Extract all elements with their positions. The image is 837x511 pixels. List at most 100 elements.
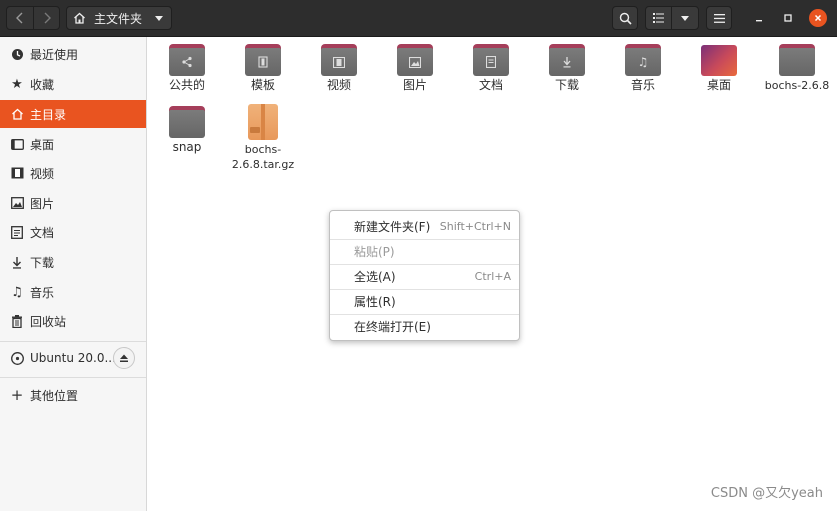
file-name: snap (172, 140, 202, 154)
back-button[interactable] (7, 7, 33, 29)
sidebar-item-starred[interactable]: ★ 收藏 (0, 70, 146, 98)
folder-icon (779, 44, 815, 76)
file-name: 音乐 (630, 78, 655, 92)
sidebar-divider (0, 341, 146, 342)
menu-item-new-folder[interactable]: 新建文件夹(F) Shift+Ctrl+N (330, 214, 519, 239)
menu-item-accelerator: Ctrl+A (474, 270, 511, 283)
menu-item-label: 全选(A) (354, 270, 396, 284)
minimize-button[interactable] (750, 9, 768, 27)
file-name: bochs- 2.6.8.tar.gz (231, 143, 295, 171)
file-item[interactable]: snap (150, 106, 224, 155)
file-item[interactable]: bochs- 2.6.8.tar.gz (226, 104, 300, 172)
file-name: 模板 (250, 78, 275, 92)
folder-icon (397, 44, 433, 76)
eject-icon (120, 354, 128, 362)
menu-item-accelerator: Shift+Ctrl+N (439, 220, 511, 233)
list-view-button[interactable] (646, 7, 673, 29)
file-item[interactable]: 文档 (454, 44, 528, 93)
file-item[interactable]: 桌面 (682, 44, 756, 93)
folder-icon (473, 44, 509, 76)
image-icon (10, 196, 24, 210)
sidebar: 最近使用 ★ 收藏 主目录 桌面 视频 图片 文档 下载 ♫ 音乐 回收站 Ub… (0, 37, 147, 511)
sidebar-item-home[interactable]: 主目录 (0, 100, 146, 128)
sidebar-item-music[interactable]: ♫ 音乐 (0, 278, 146, 306)
chevron-left-icon (16, 12, 23, 24)
file-item[interactable]: 下载 (530, 44, 604, 93)
file-name: 图片 (402, 78, 427, 92)
close-button[interactable] (809, 9, 827, 27)
path-bar-label: 主文件夹 (94, 11, 143, 26)
document-icon (484, 55, 498, 69)
sidebar-item-videos[interactable]: 视频 (0, 159, 146, 187)
folder-icon (169, 44, 205, 76)
file-name: bochs-2.6.8 (764, 79, 830, 92)
search-icon (619, 12, 632, 25)
sidebar-item-pictures[interactable]: 图片 (0, 189, 146, 217)
sidebar-item-label: 视频 (30, 166, 55, 181)
sidebar-item-label: 回收站 (30, 314, 67, 329)
file-item[interactable]: 图片 (378, 44, 452, 93)
sidebar-item-desktop[interactable]: 桌面 (0, 130, 146, 158)
view-options-dropdown[interactable] (672, 7, 698, 29)
file-name: 下载 (554, 78, 579, 92)
minimize-icon (756, 20, 762, 22)
sidebar-item-documents[interactable]: 文档 (0, 218, 146, 246)
file-item[interactable]: 公共的 (150, 44, 224, 93)
folder-icon (245, 44, 281, 76)
sidebar-item-label: 文档 (30, 225, 55, 240)
maximize-icon (784, 14, 792, 22)
file-item[interactable]: 视频 (302, 44, 376, 93)
hamburger-menu-icon (713, 13, 725, 23)
file-name: 视频 (326, 78, 351, 92)
file-item[interactable]: 模板 (226, 44, 300, 93)
search-button[interactable] (612, 6, 638, 30)
sidebar-divider (0, 377, 146, 378)
chevron-down-icon (681, 15, 689, 21)
sidebar-item-label: 音乐 (30, 285, 55, 300)
sidebar-item-other-locations[interactable]: + 其他位置 (0, 381, 146, 409)
view-options-group (645, 6, 699, 30)
menu-item-paste[interactable]: 粘贴(P) (330, 239, 519, 264)
folder-icon (321, 44, 357, 76)
menu-item-open-in-terminal[interactable]: 在终端打开(E) (330, 314, 519, 339)
template-icon (256, 55, 270, 69)
sidebar-item-recent[interactable]: 最近使用 (0, 40, 146, 68)
main-menu-button[interactable] (706, 6, 732, 30)
path-bar-home-button[interactable]: 主文件夹 (66, 6, 172, 30)
path-dropdown-caret-icon (155, 16, 163, 21)
plus-icon: + (10, 386, 24, 404)
download-icon (10, 255, 24, 269)
sidebar-item-trash[interactable]: 回收站 (0, 307, 146, 335)
clock-icon (10, 47, 24, 61)
sidebar-item-label: 收藏 (30, 77, 55, 92)
sidebar-item-label: 最近使用 (30, 47, 79, 62)
forward-button[interactable] (33, 7, 59, 29)
navigation-buttons (6, 6, 60, 30)
folder-icon: ♫ (625, 44, 661, 76)
sidebar-item-label: 其他位置 (30, 388, 79, 403)
header-bar: 主文件夹 (0, 0, 837, 37)
sidebar-item-label: 桌面 (30, 137, 55, 152)
menu-item-properties[interactable]: 属性(R) (330, 289, 519, 314)
chevron-right-icon (44, 12, 51, 24)
file-name: 公共的 (168, 78, 205, 92)
watermark: CSDN @又欠yeah (710, 486, 823, 501)
music-icon: ♫ (637, 55, 649, 69)
maximize-button[interactable] (779, 9, 797, 27)
share-icon (180, 55, 194, 69)
file-name: 桌面 (706, 78, 731, 92)
document-icon (10, 225, 24, 239)
file-item[interactable]: bochs-2.6.8 (758, 44, 836, 93)
file-view[interactable]: 公共的 模板 视频 图片 文档 下载 ♫ 音乐 桌面 bochs-2.6.8 s… (147, 37, 837, 511)
image-icon (408, 55, 422, 69)
archive-icon (248, 104, 278, 140)
list-view-icon (652, 13, 664, 23)
trash-icon (10, 314, 24, 328)
file-item[interactable]: ♫ 音乐 (606, 44, 680, 93)
sidebar-item-downloads[interactable]: 下载 (0, 248, 146, 276)
close-icon (814, 14, 822, 22)
desktop-folder-icon (701, 44, 737, 76)
sidebar-item-label: 图片 (30, 196, 55, 211)
eject-button[interactable] (113, 347, 135, 369)
menu-item-select-all[interactable]: 全选(A) Ctrl+A (330, 264, 519, 289)
